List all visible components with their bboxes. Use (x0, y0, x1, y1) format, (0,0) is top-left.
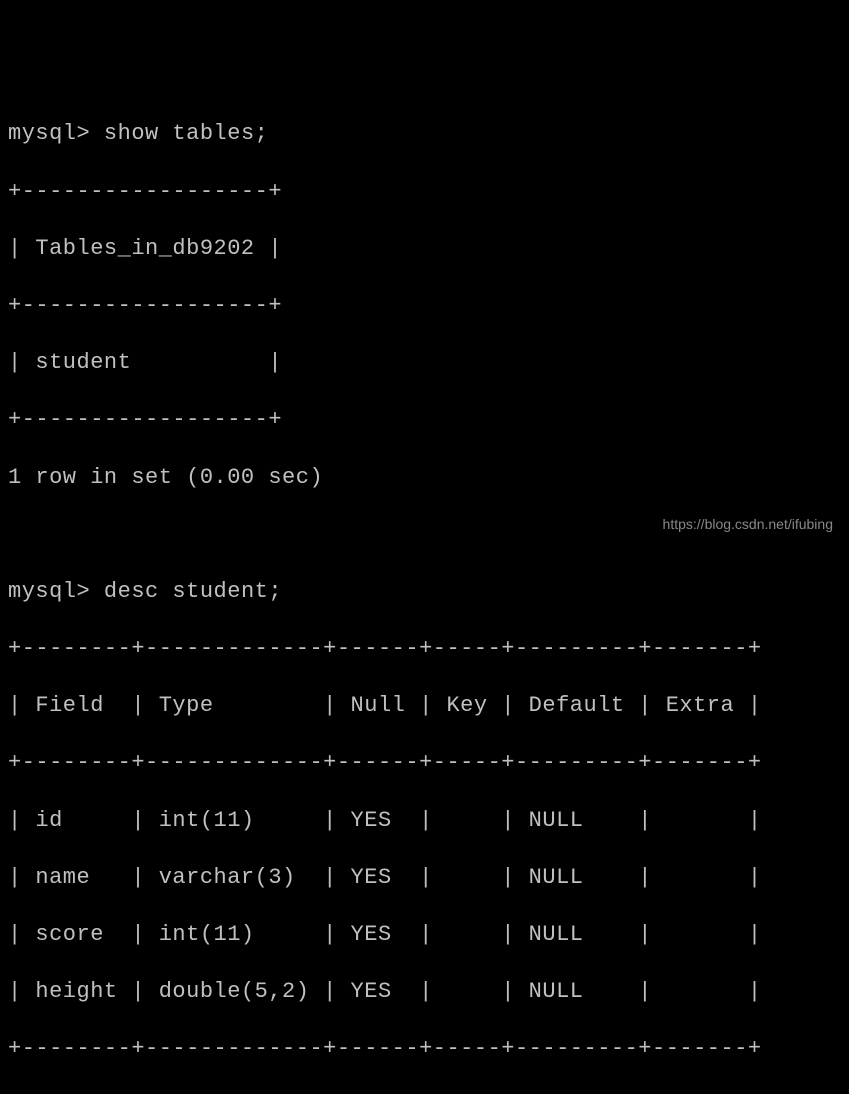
prompt-prefix: mysql> (8, 579, 104, 604)
desc-row-name: | name | varchar(3) | YES | | NULL | | (8, 864, 841, 893)
table-border-mid: +------------------+ (8, 292, 841, 321)
table-border-bottom: +------------------+ (8, 406, 841, 435)
desc-border-top: +--------+-------------+------+-----+---… (8, 635, 841, 664)
command-show-tables: show tables; (104, 121, 268, 146)
prompt-line-1: mysql> show tables; (8, 120, 841, 149)
desc-border-bottom: +--------+-------------+------+-----+---… (8, 1035, 841, 1064)
desc-row-id: | id | int(11) | YES | | NULL | | (8, 807, 841, 836)
command-desc-student: desc student; (104, 579, 282, 604)
table-border-top: +------------------+ (8, 178, 841, 207)
desc-border-mid: +--------+-------------+------+-----+---… (8, 749, 841, 778)
table-header-row: | Tables_in_db9202 | (8, 235, 841, 264)
desc-row-score: | score | int(11) | YES | | NULL | | (8, 921, 841, 950)
desc-summary: 4 rows in set (0.01 sec) (8, 1093, 841, 1094)
table-data-row: | student | (8, 349, 841, 378)
desc-header-row: | Field | Type | Null | Key | Default | … (8, 692, 841, 721)
watermark-text: https://blog.csdn.net/ifubing (663, 515, 833, 533)
prompt-prefix: mysql> (8, 121, 104, 146)
prompt-line-2: mysql> desc student; (8, 578, 841, 607)
desc-row-height: | height | double(5,2) | YES | | NULL | … (8, 978, 841, 1007)
show-tables-summary: 1 row in set (0.00 sec) (8, 464, 841, 493)
